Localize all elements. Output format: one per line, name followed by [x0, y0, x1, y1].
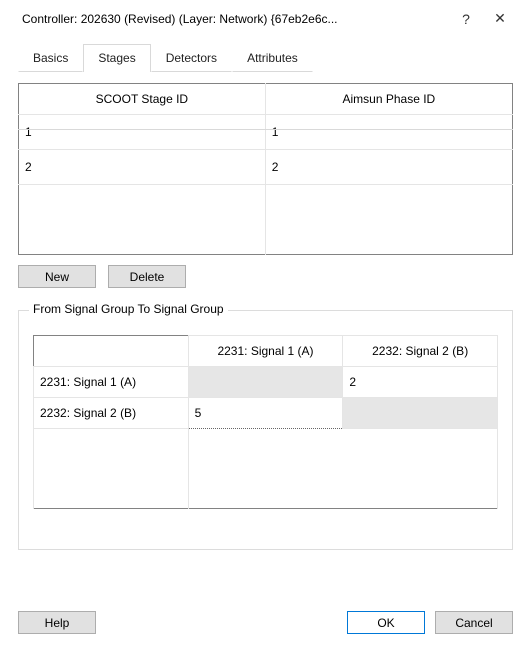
table-row: 2231: Signal 1 (A) 2 [34, 367, 498, 398]
help-button[interactable]: Help [18, 611, 96, 634]
tab-attributes[interactable]: Attributes [232, 44, 313, 72]
signal-matrix[interactable]: 2231: Signal 1 (A) 2232: Signal 2 (B) 22… [33, 335, 498, 509]
signal-group-box: From Signal Group To Signal Group 2231: … [18, 310, 513, 550]
tab-basics[interactable]: Basics [18, 44, 83, 72]
window-title: Controller: 202630 (Revised) (Layer: Net… [22, 12, 449, 26]
titlebar: Controller: 202630 (Revised) (Layer: Net… [0, 0, 531, 35]
matrix-row-header: 2232: Signal 2 (B) [34, 398, 189, 429]
cell-aimsun[interactable]: 1 [265, 115, 512, 150]
table-row: 2232: Signal 2 (B) 5 [34, 398, 498, 429]
table-row[interactable]: 1 1 [19, 115, 513, 150]
close-icon[interactable]: ✕ [483, 10, 517, 27]
stage-table[interactable]: SCOOT Stage ID Aimsun Phase ID 1 1 2 2 [18, 83, 513, 255]
dialog-content: Basics Stages Detectors Attributes SCOOT… [0, 35, 531, 648]
matrix-cell-disabled [188, 367, 343, 398]
matrix-col-header: 2232: Signal 2 (B) [343, 336, 498, 367]
dialog-footer: Help OK Cancel [0, 597, 531, 648]
matrix-empty-area [34, 429, 498, 509]
stage-buttons: New Delete [18, 265, 513, 288]
cell-aimsun[interactable]: 2 [265, 150, 512, 185]
delete-button[interactable]: Delete [108, 265, 186, 288]
matrix-corner [34, 336, 189, 367]
new-button[interactable]: New [18, 265, 96, 288]
matrix-col-header: 2231: Signal 1 (A) [188, 336, 343, 367]
groupbox-label: From Signal Group To Signal Group [29, 302, 228, 316]
table-row[interactable]: 2 2 [19, 150, 513, 185]
ok-button[interactable]: OK [347, 611, 425, 634]
tabstrip: Basics Stages Detectors Attributes [18, 43, 513, 71]
stage-table-header-scoot: SCOOT Stage ID [19, 84, 266, 115]
cancel-button[interactable]: Cancel [435, 611, 513, 634]
cell-scoot[interactable]: 1 [19, 115, 266, 150]
matrix-cell-editing[interactable]: 5 [188, 398, 343, 429]
tab-stages[interactable]: Stages [83, 44, 150, 72]
dialog-window: Controller: 202630 (Revised) (Layer: Net… [0, 0, 531, 648]
matrix-cell-disabled [343, 398, 498, 429]
help-icon[interactable]: ? [449, 11, 483, 27]
tab-detectors[interactable]: Detectors [151, 44, 232, 72]
cell-scoot[interactable]: 2 [19, 150, 266, 185]
matrix-row-header: 2231: Signal 1 (A) [34, 367, 189, 398]
table-empty-area [19, 185, 513, 255]
stage-table-header-aimsun: Aimsun Phase ID [265, 84, 512, 115]
matrix-cell[interactable]: 2 [343, 367, 498, 398]
